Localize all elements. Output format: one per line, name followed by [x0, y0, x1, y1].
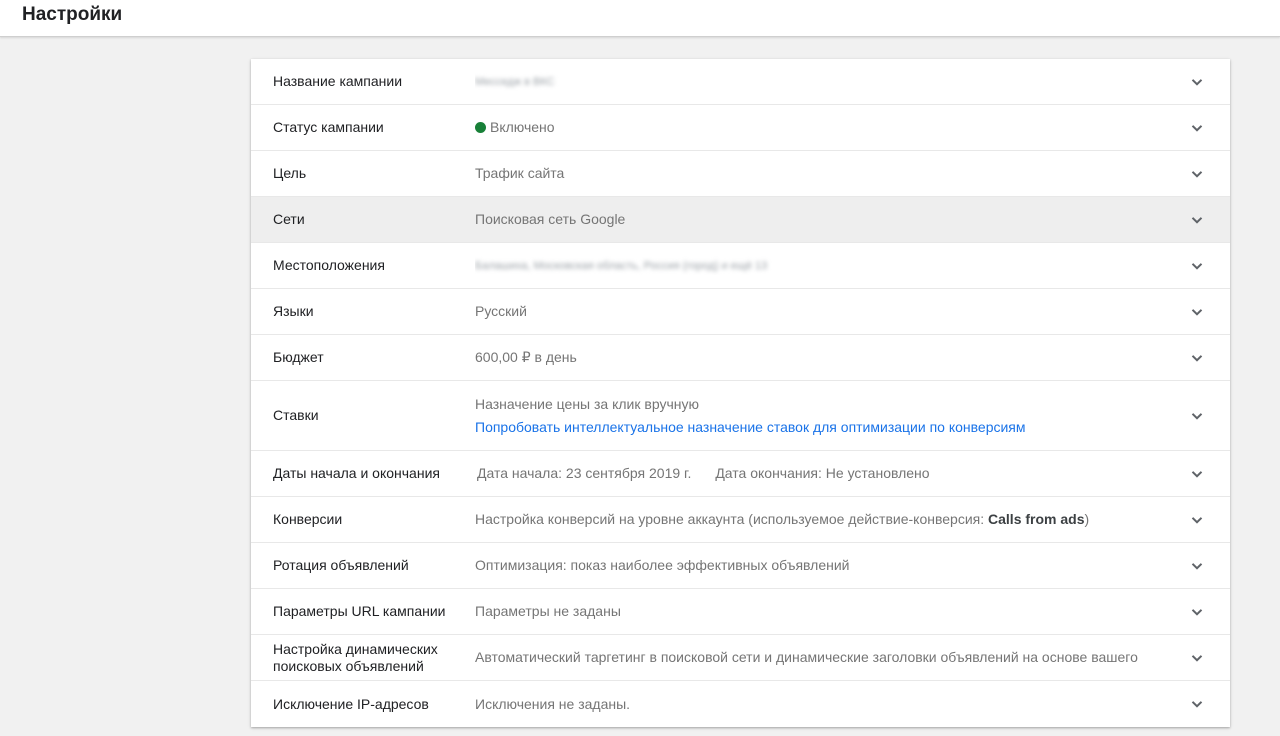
chevron-down-icon[interactable]	[1190, 75, 1204, 89]
setting-label: Цель	[273, 165, 307, 181]
setting-row-networks[interactable]: Сети Поисковая сеть Google	[251, 197, 1230, 243]
top-bar: Настройки	[0, 0, 1280, 37]
chevron-down-icon[interactable]	[1190, 167, 1204, 181]
setting-label: Настройка динамических поисковых объявле…	[273, 640, 438, 674]
status-dot-icon	[475, 122, 486, 133]
conversion-action: Calls from ads	[988, 511, 1085, 527]
bidding-value: Назначение цены за клик вручную	[475, 395, 699, 412]
setting-value: Настройка конверсий на уровне аккаунта (…	[475, 511, 1172, 528]
conversions-suffix: )	[1084, 511, 1090, 527]
chevron-down-icon[interactable]	[1190, 259, 1204, 273]
setting-row-languages[interactable]: Языки Русский	[251, 289, 1230, 335]
setting-label: Ротация объявлений	[273, 557, 409, 573]
chevron-down-icon[interactable]	[1190, 121, 1204, 135]
setting-label: Ставки	[273, 407, 319, 423]
setting-row-ip-exclusions[interactable]: Исключение IP-адресов Исключения не зада…	[251, 681, 1230, 727]
setting-value: Русский	[475, 303, 527, 319]
setting-value: Исключения не заданы.	[475, 695, 631, 712]
setting-value: Включено	[475, 119, 1172, 136]
settings-card: Название кампании Месседж в ВКС Статус к…	[251, 59, 1230, 727]
setting-row-budget[interactable]: Бюджет 600,00 ₽ в день	[251, 335, 1230, 381]
start-date: Дата начала: 23 сентября 2019 г.	[477, 465, 692, 481]
chevron-down-icon[interactable]	[1190, 467, 1204, 481]
setting-value: Оптимизация: показ наиболее эффективных …	[475, 557, 850, 573]
setting-row-campaign-status[interactable]: Статус кампании Включено	[251, 105, 1230, 151]
setting-value: Балашиха, Московская область, Россия (го…	[475, 256, 1172, 275]
chevron-down-icon[interactable]	[1190, 305, 1204, 319]
chevron-down-icon[interactable]	[1190, 605, 1204, 619]
chevron-down-icon[interactable]	[1190, 513, 1204, 527]
setting-value: Автоматический таргетинг в поисковой сет…	[475, 649, 1138, 665]
blurred-campaign-name: Месседж в ВКС	[475, 76, 555, 88]
setting-value: Поисковая сеть Google	[475, 211, 626, 227]
setting-label: Конверсии	[273, 511, 343, 527]
setting-label: Местоположения	[273, 257, 385, 273]
setting-row-bidding[interactable]: Ставки Назначение цены за клик вручную П…	[251, 381, 1230, 451]
status-text: Включено	[490, 119, 555, 135]
setting-label: Статус кампании	[273, 119, 384, 135]
setting-label: Сети	[273, 211, 305, 227]
setting-row-ad-rotation[interactable]: Ротация объявлений Оптимизация: показ на…	[251, 543, 1230, 589]
setting-value: Назначение цены за клик вручную Попробов…	[475, 396, 1172, 436]
setting-label: Даты начала и окончания	[273, 465, 440, 481]
chevron-down-icon[interactable]	[1190, 213, 1204, 227]
setting-row-campaign-name[interactable]: Название кампании Месседж в ВКС	[251, 59, 1230, 105]
setting-value: 600,00 ₽ в день	[475, 349, 577, 365]
setting-row-locations[interactable]: Местоположения Балашиха, Московская обла…	[251, 243, 1230, 289]
setting-value: Дата начала: 23 сентября 2019 г. Дата око…	[477, 465, 1172, 482]
end-date: Дата окончания: Не установлено	[715, 465, 930, 481]
chevron-down-icon[interactable]	[1190, 351, 1204, 365]
chevron-down-icon[interactable]	[1190, 697, 1204, 711]
blurred-locations: Балашиха, Московская область, Россия (го…	[475, 260, 768, 272]
setting-label: Бюджет	[273, 349, 324, 365]
chevron-down-icon[interactable]	[1190, 409, 1204, 423]
chevron-down-icon[interactable]	[1190, 559, 1204, 573]
setting-row-goal[interactable]: Цель Трафик сайта	[251, 151, 1230, 197]
setting-value: Параметры не заданы	[475, 603, 621, 619]
page-title: Настройки	[22, 4, 123, 25]
chevron-down-icon[interactable]	[1190, 651, 1204, 665]
setting-label: Параметры URL кампании	[273, 603, 446, 619]
setting-value: Трафик сайта	[475, 165, 565, 181]
setting-label: Название кампании	[273, 73, 403, 89]
setting-row-dsa[interactable]: Настройка динамических поисковых объявле…	[251, 635, 1230, 681]
setting-label: Исключение IP-адресов	[273, 695, 429, 712]
conversions-text: Настройка конверсий на уровне аккаунта (…	[475, 511, 989, 527]
setting-value: Месседж в ВКС	[475, 72, 1172, 91]
setting-row-conversions[interactable]: Конверсии Настройка конверсий на уровне …	[251, 497, 1230, 543]
setting-label: Языки	[273, 303, 314, 319]
setting-row-dates[interactable]: Даты начала и окончания Дата начала: 23 …	[251, 451, 1230, 497]
setting-row-url-params[interactable]: Параметры URL кампании Параметры не зада…	[251, 589, 1230, 635]
smart-bidding-link[interactable]: Попробовать интеллектуальное назначение …	[475, 419, 1172, 436]
